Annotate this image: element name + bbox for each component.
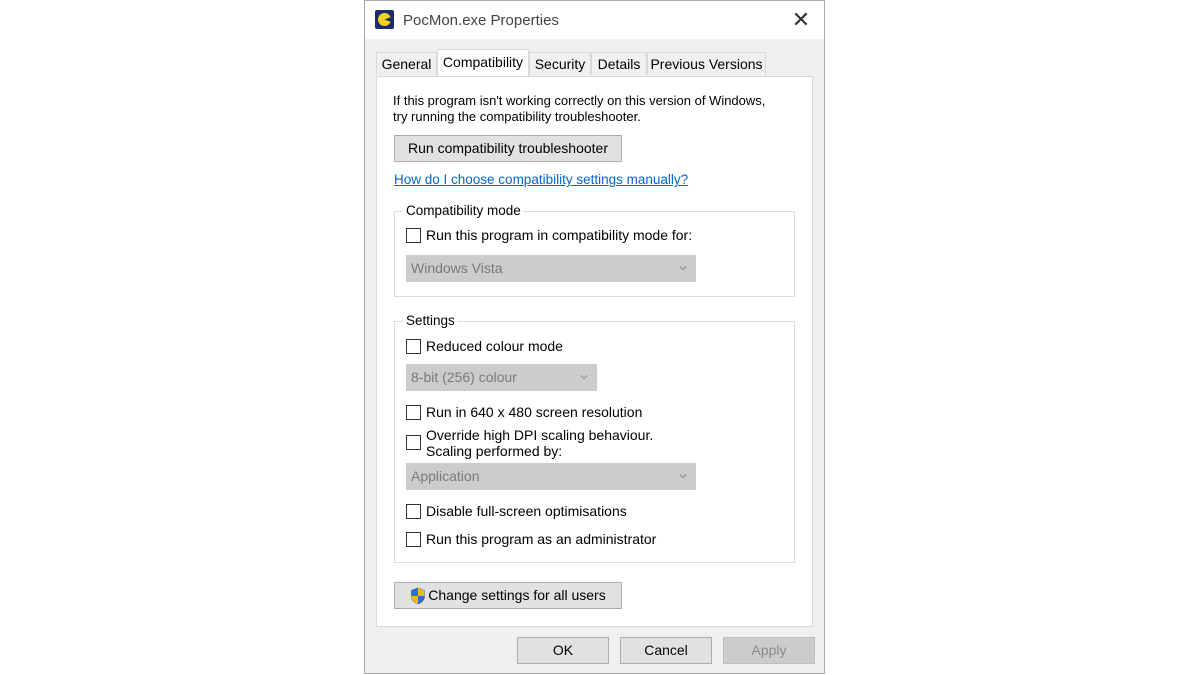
change-settings-all-users-button[interactable]: Change settings for all users (394, 582, 622, 609)
reduced-colour-label: Reduced colour mode (426, 338, 563, 354)
close-icon[interactable]: ✕ (778, 1, 824, 39)
dpi-override-label-line-2: Scaling performed by: (426, 443, 563, 459)
dpi-override-label-line-1: Override high DPI scaling behaviour. (426, 427, 654, 443)
properties-dialog: PocMon.exe Properties ✕ General Compatib… (364, 0, 825, 674)
colour-depth-select[interactable]: 8-bit (256) colour (406, 364, 597, 391)
windows-version-select[interactable]: Windows Vista (406, 255, 696, 282)
dpi-override-label: Override high DPI scaling behaviour. Sca… (426, 427, 653, 459)
resolution-checkbox[interactable] (406, 405, 421, 420)
settings-label: Settings (403, 313, 458, 329)
chevron-down-icon (679, 474, 687, 479)
run-troubleshooter-button[interactable]: Run compatibility troubleshooter (394, 135, 622, 162)
title-bar: PocMon.exe Properties ✕ (365, 1, 824, 39)
compatibility-panel: If this program isn't working correctly … (376, 76, 813, 627)
cancel-button[interactable]: Cancel (620, 637, 712, 664)
fullscreen-row[interactable]: Disable full-screen optimisations (406, 503, 627, 519)
compatibility-mode-checkbox[interactable] (406, 228, 421, 243)
compatibility-mode-label: Compatibility mode (403, 203, 524, 219)
tab-general[interactable]: General (376, 52, 437, 75)
dpi-scaling-select[interactable]: Application (406, 463, 696, 490)
tab-previous-versions[interactable]: Previous Versions (647, 52, 766, 75)
fullscreen-label: Disable full-screen optimisations (426, 503, 627, 519)
dpi-override-row[interactable]: Override high DPI scaling behaviour. Sca… (406, 427, 653, 459)
change-settings-all-users-label: Change settings for all users (428, 587, 606, 603)
intro-line-1: If this program isn't working correctly … (393, 93, 766, 108)
tab-security[interactable]: Security (529, 52, 591, 75)
admin-label: Run this program as an administrator (426, 531, 657, 547)
settings-group: Settings Reduced colour mode 8-bit (256)… (394, 313, 795, 563)
intro-line-2: try running the compatibility troublesho… (393, 109, 641, 124)
reduced-colour-row[interactable]: Reduced colour mode (406, 338, 563, 354)
compatibility-mode-row[interactable]: Run this program in compatibility mode f… (406, 227, 692, 243)
reduced-colour-checkbox[interactable] (406, 339, 421, 354)
fullscreen-checkbox[interactable] (406, 504, 421, 519)
compatibility-help-link[interactable]: How do I choose compatibility settings m… (394, 172, 688, 187)
tab-compatibility[interactable]: Compatibility (437, 49, 529, 76)
ok-button[interactable]: OK (517, 637, 609, 664)
intro-text: If this program isn't working correctly … (393, 93, 803, 125)
shield-icon (411, 587, 426, 605)
compatibility-mode-checkbox-label: Run this program in compatibility mode f… (426, 227, 693, 243)
window-title: PocMon.exe Properties (403, 12, 559, 29)
admin-checkbox[interactable] (406, 532, 421, 547)
chevron-down-icon (580, 375, 588, 380)
compatibility-mode-group: Compatibility mode Run this program in c… (394, 203, 795, 297)
resolution-label: Run in 640 x 480 screen resolution (426, 404, 643, 420)
admin-row[interactable]: Run this program as an administrator (406, 531, 656, 547)
dpi-scaling-value: Application (411, 468, 480, 484)
dpi-override-checkbox[interactable] (406, 435, 421, 450)
windows-version-value: Windows Vista (411, 260, 503, 276)
chevron-down-icon (679, 266, 687, 271)
colour-depth-value: 8-bit (256) colour (411, 369, 517, 385)
apply-button[interactable]: Apply (723, 637, 815, 664)
resolution-row[interactable]: Run in 640 x 480 screen resolution (406, 404, 642, 420)
tab-details[interactable]: Details (591, 52, 647, 75)
app-icon (375, 10, 394, 29)
